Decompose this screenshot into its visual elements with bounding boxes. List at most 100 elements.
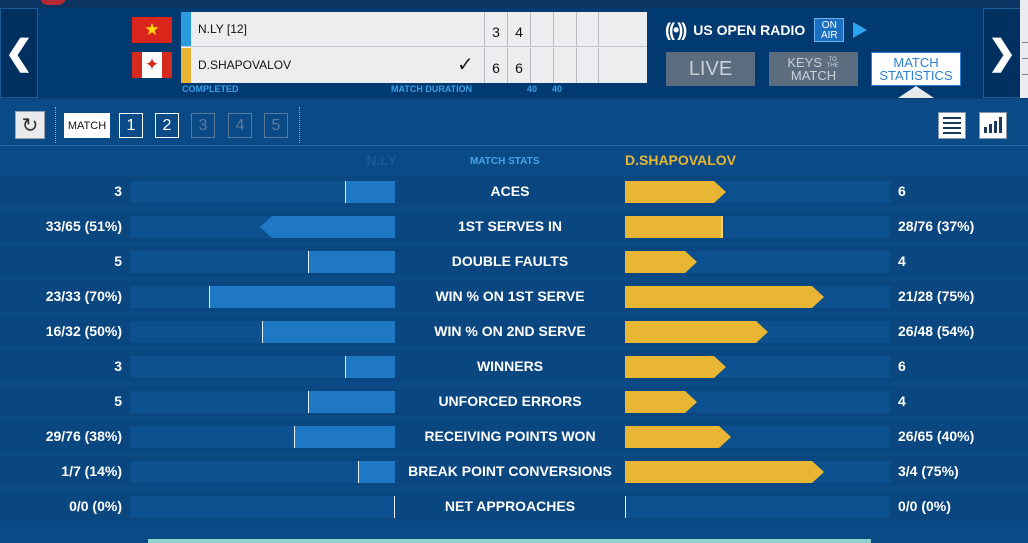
chevron-right-icon: ❯ — [987, 34, 1017, 72]
stat-label: NET APPROACHES — [444, 498, 576, 514]
brand-tab — [40, 0, 66, 5]
set-score: 3 — [484, 12, 507, 47]
stat-row: 5 DOUBLE FAULTS 4 — [0, 244, 1028, 279]
player1-stat-value: 23/33 (70%) — [45, 288, 122, 304]
set-filter-label: 4 — [235, 116, 245, 134]
player1-stat-value: 1/7 (14%) — [61, 463, 122, 479]
list-view-icon — [943, 117, 961, 119]
live-tab-label: LIVE — [688, 57, 733, 80]
edge-line — [1022, 74, 1028, 75]
set-duration: 40 — [527, 84, 538, 94]
match-filter-label: MATCH — [67, 119, 107, 132]
player1-stat-value: 29/76 (38%) — [45, 428, 122, 444]
match-status: COMPLETED — [182, 84, 239, 94]
set-filter-label: 2 — [162, 116, 172, 134]
player2-stat-bar — [625, 181, 726, 203]
radio-widget: ((•)) US OPEN RADIO ON AIR — [665, 16, 868, 44]
next-match-button[interactable]: ❯ — [983, 8, 1021, 98]
scoreboard: N.LY [12] 3 4 D.SHAPOVALOV ✓ 6 6 — [181, 12, 647, 83]
stats-header: N.LY MATCH STATS D.SHAPOVALOV — [0, 146, 1028, 174]
keys-to-the-match-tab[interactable]: KEYS TO THE MATCH — [769, 52, 858, 86]
player2-bar-track — [625, 216, 890, 238]
stats-header-player1: N.LY — [366, 152, 397, 168]
player1-stat-value: 5 — [114, 253, 122, 269]
vietnam-flag-icon: ★ — [132, 17, 172, 43]
stat-row: 33/65 (51%) 1ST SERVES IN 28/76 (37%) — [0, 209, 1028, 244]
list-view-button[interactable] — [938, 112, 966, 139]
set-score — [576, 12, 599, 47]
keys-tab-line2: MATCH — [790, 68, 837, 84]
match-statistics-panel: ↻ MATCH 1 2 3 4 5 N.LY MATCH STATS D.SHA… — [0, 99, 1028, 543]
player1-stat-bar — [308, 391, 395, 413]
player1-stat-bar — [262, 321, 395, 343]
player2-stat-value: 3/4 (75%) — [898, 463, 959, 479]
set-score — [576, 48, 599, 83]
refresh-button[interactable]: ↻ — [15, 111, 45, 139]
player1-stat-bar — [260, 216, 395, 238]
set-score — [530, 12, 553, 47]
previous-match-button[interactable]: ❮ — [0, 8, 38, 98]
player1-bar-track — [130, 356, 395, 378]
stat-label: WIN % ON 2ND SERVE — [434, 323, 586, 339]
radio-label: US OPEN RADIO — [693, 22, 806, 38]
player2-bar-track — [625, 426, 890, 448]
chevron-left-icon: ❮ — [4, 34, 34, 72]
play-icon[interactable] — [853, 22, 868, 38]
bar-chart-icon-bar — [999, 117, 1002, 133]
live-tab[interactable]: LIVE — [666, 52, 755, 86]
stat-row: 0/0 (0%) NET APPROACHES 0/0 (0%) — [0, 489, 1028, 524]
player2-stat-value: 4 — [898, 393, 906, 409]
player2-bar-track — [625, 356, 890, 378]
set-score — [553, 48, 576, 83]
stat-row: 1/7 (14%) BREAK POINT CONVERSIONS 3/4 (75%… — [0, 454, 1028, 489]
bar-chart-view-button[interactable] — [979, 112, 1007, 139]
stat-label: 1ST SERVES IN — [457, 218, 562, 234]
player1-stat-bar — [345, 356, 395, 378]
set-2-filter-button[interactable]: 2 — [155, 113, 179, 138]
set-score — [530, 48, 553, 83]
player1-stat-value: 5 — [114, 393, 122, 409]
player2-stat-value: 26/65 (40%) — [898, 428, 975, 444]
set-filter-label: 1 — [126, 116, 136, 134]
player1-stat-bar — [209, 286, 395, 308]
bar-chart-view-icon — [984, 127, 987, 133]
player2-name: D.SHAPOVALOV — [198, 58, 292, 72]
player2-zero-marker — [625, 496, 626, 518]
player2-color-bar — [181, 48, 191, 83]
player1-bar-track — [130, 426, 395, 448]
player2-stat-value: 21/28 (75%) — [898, 288, 975, 304]
player1-bar-track — [130, 181, 395, 203]
set-4-filter-button: 4 — [228, 113, 252, 138]
window-edge — [1020, 0, 1028, 98]
toolbar-divider — [55, 107, 56, 143]
player1-stat-bar — [358, 461, 395, 483]
stats-header-title: MATCH STATS — [470, 156, 540, 167]
match-statistics-tab[interactable]: MATCH STATISTICS — [871, 52, 961, 86]
set-score: 6 — [507, 48, 530, 83]
top-stripe — [0, 0, 1028, 8]
stat-label: RECEIVING POINTS WON — [424, 428, 596, 444]
player1-stat-value: 3 — [114, 183, 122, 199]
stats-tab-line2: STATISTICS — [879, 68, 953, 83]
canada-flag-icon: ✦ — [132, 52, 172, 78]
player2-bar-track — [625, 391, 890, 413]
on-air-text-air: AIR — [820, 30, 838, 41]
player2-stat-value: 4 — [898, 253, 906, 269]
player1-bar-track — [130, 321, 395, 343]
bar-chart-icon-bar — [994, 121, 997, 133]
player2-stat-value: 26/48 (54%) — [898, 323, 975, 339]
set-score: 6 — [484, 48, 507, 83]
edge-line — [1022, 42, 1028, 43]
player2-stat-value: 6 — [898, 358, 906, 374]
set-1-filter-button[interactable]: 1 — [119, 113, 143, 138]
stats-header-player2: D.SHAPOVALOV — [625, 152, 736, 168]
player1-stat-bar — [308, 251, 395, 273]
on-air-badge[interactable]: ON AIR — [814, 18, 845, 42]
stat-row: 3 ACES 6 — [0, 174, 1028, 209]
maple-leaf-icon: ✦ — [144, 55, 160, 74]
player2-stat-bar — [625, 216, 723, 238]
player2-bar-track — [625, 496, 890, 518]
stat-label: BREAK POINT CONVERSIONS — [408, 463, 612, 479]
stat-label: DOUBLE FAULTS — [451, 253, 569, 269]
match-filter-button[interactable]: MATCH — [64, 113, 110, 138]
